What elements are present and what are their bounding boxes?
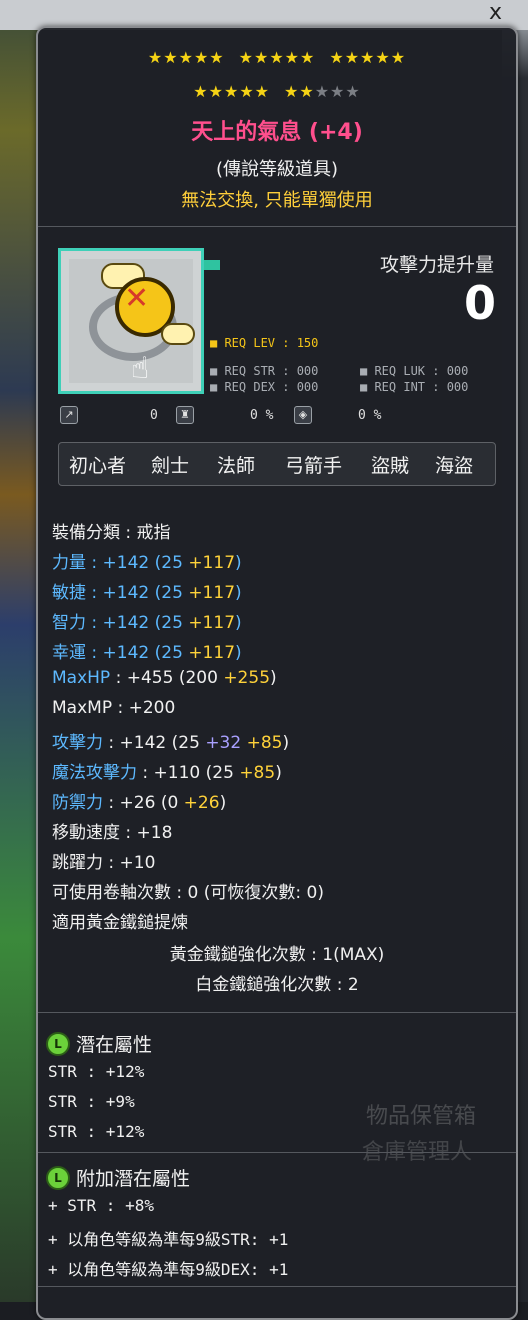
gold-hammer-count: 黃金鐵鎚強化次數 : 1(MAX)	[169, 945, 385, 965]
star-filled-icon: ★	[193, 82, 209, 101]
star-force-row-2: ★★★★★ ★★★★★	[38, 82, 516, 101]
job-requirements: 初心者 劍士 法師 弓箭手 盜賊 海盜	[58, 442, 496, 486]
stat-int: 智力 : +142 (25 +117)	[52, 613, 242, 633]
potential-line: STR : +12%	[48, 1122, 145, 1141]
star-filled-icon: ★	[147, 48, 164, 67]
shield-icon: ◈	[294, 406, 312, 424]
stat-defense: 防禦力 : +26 (0 +26)	[52, 793, 227, 813]
close-icon[interactable]: x	[489, 0, 502, 25]
additional-potential-line: + 以角色等級為準每9級STR: +1	[48, 1230, 289, 1249]
job-warrior: 劍士	[151, 455, 190, 477]
potential-header: L 潛在屬性	[46, 1030, 152, 1057]
req-level: ■ REQ LEV : 150	[210, 336, 319, 350]
star-filled-icon: ★	[178, 48, 194, 67]
item-tooltip: ★★★★★ ★★★★★ ★★★★★ ★★★★★ ★★★★★ 天上的氣息 (+4) (傳…	[36, 26, 518, 1320]
hand-cursor-icon: ☝	[131, 351, 150, 386]
star-filled-icon: ★	[390, 48, 407, 67]
item-name: 天上的氣息 (+4)	[191, 120, 363, 145]
star-filled-icon: ★	[300, 48, 316, 67]
star-filled-icon: ★	[253, 48, 270, 67]
divider	[38, 1152, 516, 1153]
req-int: ■ REQ INT : 000	[360, 380, 469, 394]
req-dex: ■ REQ DEX : 000	[210, 380, 319, 394]
trade-restriction: 無法交換, 只能單獨使用	[181, 190, 373, 211]
potential-line: STR : +9%	[48, 1092, 135, 1111]
req-luk: ■ REQ LUK : 000	[360, 364, 469, 378]
platinum-hammer-count: 白金鐵鎚強化次數 : 2	[195, 975, 359, 995]
potential-title: 潛在屬性	[76, 1034, 153, 1056]
job-thief: 盜賊	[371, 455, 410, 477]
star-filled-icon: ★	[223, 82, 240, 101]
attack-increase-label: 攻擊力提升量	[379, 254, 494, 276]
stat-speed: 移動速度 : +18	[52, 823, 173, 843]
stat-attack: 攻擊力 : +142 (25 +32 +85)	[52, 733, 290, 753]
star-filled-icon: ★	[329, 48, 345, 67]
star-filled-icon: ★	[209, 48, 225, 67]
item-icon-frame: ✕ ☝	[58, 248, 204, 394]
star-filled-icon: ★	[360, 48, 376, 67]
divider	[38, 1286, 516, 1287]
star-filled-icon: ★	[269, 48, 285, 67]
divider	[38, 1012, 516, 1013]
star-filled-icon: ★	[344, 48, 361, 67]
potential-line: STR : +12%	[48, 1062, 145, 1081]
boss-icon: ♜	[176, 406, 194, 424]
game-background-left	[0, 0, 40, 1302]
background-storage-label: 物品保管箱	[365, 1104, 476, 1129]
divider	[38, 226, 516, 227]
stat-maxmp: MaxMP : +200	[52, 698, 176, 718]
star-filled-icon: ★	[193, 48, 210, 67]
stat-str: 力量 : +142 (25 +117)	[52, 553, 242, 573]
req-str: ■ REQ STR : 000	[210, 364, 319, 378]
star-filled-icon: ★	[208, 82, 224, 101]
upgrade-slots: 可使用卷軸次數 : 0 (可恢復次數: 0)	[52, 883, 324, 903]
item-grade: (傳說等級道具)	[215, 159, 339, 180]
star-empty-icon: ★	[314, 82, 331, 101]
growth-icon: ↗	[60, 406, 78, 424]
additional-potential-line: + 以角色等級為準每9級DEX: +1	[48, 1260, 289, 1279]
additional-potential-header: L 附加潛在屬性	[46, 1164, 190, 1191]
star-empty-icon: ★	[330, 82, 346, 101]
def-pct-value: 0 %	[358, 408, 382, 423]
star-filled-icon: ★	[239, 82, 255, 101]
background-npc-label: 倉庫管理人	[361, 1140, 472, 1165]
star-filled-icon: ★	[238, 48, 254, 67]
star-filled-icon: ★	[284, 82, 300, 101]
ignore-def-value: 0 %	[250, 408, 274, 423]
additional-potential-line: + STR : +8%	[48, 1196, 154, 1215]
star-filled-icon: ★	[375, 48, 391, 67]
flag-icon	[204, 260, 220, 270]
legendary-badge-icon: L	[46, 1165, 70, 1190]
star-force-row-1: ★★★★★ ★★★★★ ★★★★★	[38, 48, 516, 67]
equip-category: 裝備分類 : 戒指	[52, 523, 171, 543]
star-filled-icon: ★	[299, 82, 315, 101]
growth-value: 0	[150, 408, 158, 423]
star-filled-icon: ★	[163, 48, 179, 67]
job-magician: 法師	[217, 455, 256, 477]
stat-dex: 敏捷 : +142 (25 +117)	[52, 583, 242, 603]
star-filled-icon: ★	[284, 48, 301, 67]
star-filled-icon: ★	[254, 82, 270, 101]
stat-maxhp: MaxHP : +455 (200 +255)	[52, 668, 277, 688]
hammer-applicable: 適用黃金鐵鎚提煉	[52, 913, 188, 933]
stat-luk: 幸運 : +142 (25 +117)	[52, 643, 242, 663]
stat-jump: 跳躍力 : +10	[52, 853, 156, 873]
job-archer: 弓箭手	[285, 455, 343, 477]
job-pirate: 海盜	[435, 455, 474, 477]
stat-magic-attack: 魔法攻擊力 : +110 (25 +85)	[52, 763, 282, 783]
job-beginner: 初心者	[69, 455, 127, 477]
star-empty-icon: ★	[345, 82, 361, 101]
legendary-badge-icon: L	[46, 1031, 70, 1056]
additional-potential-title: 附加潛在屬性	[76, 1168, 191, 1190]
attack-increase-value: 0	[463, 276, 496, 330]
